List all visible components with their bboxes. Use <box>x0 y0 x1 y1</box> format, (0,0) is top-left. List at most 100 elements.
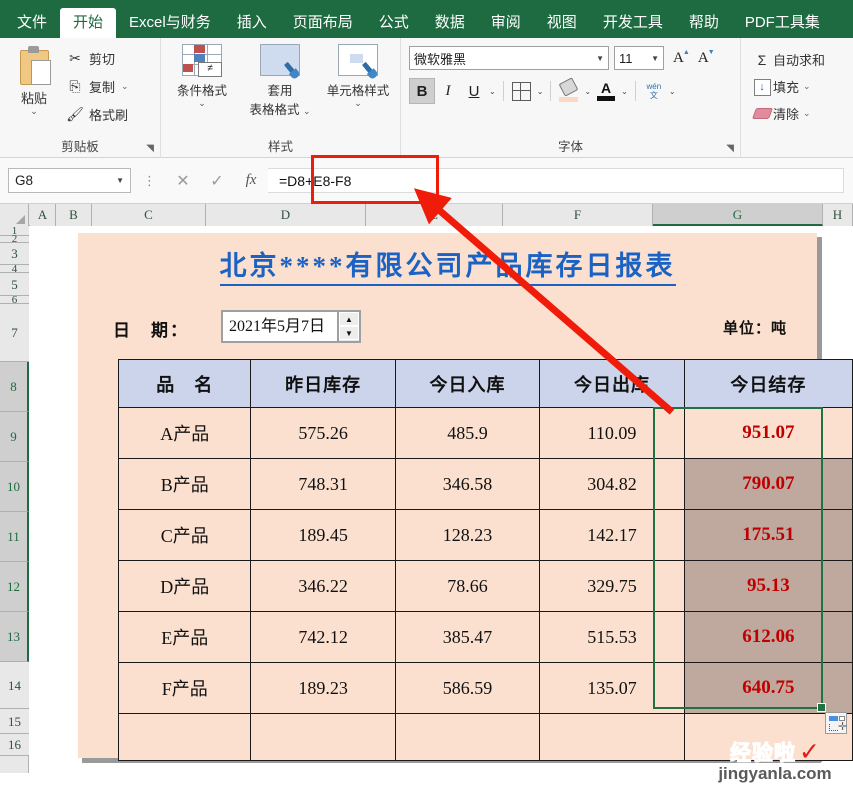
chevron-down-icon[interactable]: ⌄ <box>803 108 811 119</box>
phonetic-guide-button[interactable]: wén 文 <box>641 78 667 104</box>
column-header-g[interactable]: G <box>653 204 823 226</box>
increase-font-size-button[interactable]: A ▲ <box>673 48 690 67</box>
spinner-down-button[interactable]: ▼ <box>339 326 359 340</box>
confirm-formula-button[interactable]: ✓ <box>200 171 234 191</box>
font-color-button[interactable]: A <box>593 78 619 104</box>
row-header-15[interactable]: 15 <box>0 709 29 734</box>
column-header-b[interactable]: B <box>56 204 92 226</box>
cell-c8[interactable]: A产品 <box>117 407 252 459</box>
chevron-down-icon[interactable]: ⌄ <box>584 87 591 96</box>
chevron-down-icon[interactable]: ⌄ <box>6 107 62 116</box>
cell-e9[interactable]: 346.58 <box>394 458 541 510</box>
column-header-d[interactable]: D <box>206 204 366 226</box>
row-header-5[interactable]: 5 <box>0 273 29 296</box>
tab-excel-finance[interactable]: Excel与财务 <box>116 8 224 38</box>
chevron-down-icon[interactable]: ⌄ <box>489 87 496 96</box>
cell-g13[interactable]: 640.75 <box>683 662 853 714</box>
cell-c11[interactable]: D产品 <box>117 560 252 612</box>
row-header-9[interactable]: 9 <box>0 412 29 462</box>
formula-input[interactable]: =D8+E8-F8 <box>268 168 844 193</box>
chevron-down-icon[interactable]: ⌄ <box>303 106 311 116</box>
font-name-combobox[interactable]: 微软雅黑 ▼ <box>409 46 609 70</box>
conditional-formatting-button[interactable]: ≠ 条件格式 ⌄ <box>165 44 239 108</box>
tab-help[interactable]: 帮助 <box>676 8 732 38</box>
sheet-canvas[interactable]: 北京****有限公司产品库存日报表 日 期： 2021年5月7日 ▲ ▼ 单位：… <box>30 226 853 773</box>
insert-function-button[interactable]: fx <box>234 172 268 189</box>
tab-review[interactable]: 审阅 <box>478 8 534 38</box>
cell-styles-button[interactable]: 单元格样式 ⌄ <box>321 44 395 108</box>
bold-button[interactable]: B <box>409 78 435 104</box>
column-header-c[interactable]: C <box>92 204 206 226</box>
font-dialog-launcher-icon[interactable]: ◥ <box>726 143 734 154</box>
tab-view[interactable]: 视图 <box>534 8 590 38</box>
column-header-f[interactable]: F <box>503 204 653 226</box>
chevron-down-icon[interactable]: ▼ <box>651 54 659 63</box>
spinner-up-button[interactable]: ▲ <box>339 312 359 326</box>
cell-f12[interactable]: 515.53 <box>539 611 685 663</box>
chevron-down-icon[interactable]: ▼ <box>116 176 124 185</box>
italic-button[interactable]: I <box>435 78 461 104</box>
column-header-e[interactable]: E <box>366 204 503 226</box>
cell-c10[interactable]: C产品 <box>117 509 252 561</box>
chevron-down-icon[interactable]: ▼ <box>596 54 604 63</box>
clear-button[interactable]: 清除 ⌄ <box>751 100 853 127</box>
column-header-a[interactable]: A <box>30 204 56 226</box>
paste-button[interactable]: 粘贴 ⌄ <box>6 46 62 116</box>
font-size-combobox[interactable]: 11 ▼ <box>614 46 664 70</box>
tab-formulas[interactable]: 公式 <box>366 8 422 38</box>
row-header-12[interactable]: 12 <box>0 562 29 612</box>
row-header-2[interactable]: 2 <box>0 234 29 245</box>
cell-d11[interactable]: 346.22 <box>250 560 396 612</box>
row-header-3[interactable]: 3 <box>0 243 29 265</box>
row-header-7[interactable]: 7 <box>0 304 29 362</box>
chevron-down-icon[interactable]: ⌄ <box>537 87 544 96</box>
fill-button[interactable]: ↓ 填充 ⌄ <box>751 73 853 100</box>
cell-d14[interactable] <box>250 713 396 761</box>
formula-bar-grip[interactable]: ⋮ <box>143 174 156 187</box>
row-header-16[interactable]: 16 <box>0 734 29 756</box>
row-header-4[interactable]: 4 <box>0 264 29 275</box>
date-value-field[interactable]: 2021年5月7日 <box>221 310 337 343</box>
cell-d12[interactable]: 742.12 <box>250 611 396 663</box>
cell-c12[interactable]: E产品 <box>117 611 252 663</box>
cell-c13[interactable]: F产品 <box>117 662 252 714</box>
borders-button[interactable] <box>509 78 535 104</box>
row-header-13[interactable]: 13 <box>0 612 29 662</box>
tab-pdf-tools[interactable]: PDF工具集 <box>732 8 833 38</box>
chevron-down-icon[interactable]: ⌄ <box>621 87 628 96</box>
underline-button[interactable]: U <box>461 78 487 104</box>
cell-g12[interactable]: 612.06 <box>683 611 853 663</box>
cancel-formula-button[interactable]: ✕ <box>166 171 200 191</box>
cell-f13[interactable]: 135.07 <box>539 662 685 714</box>
clipboard-dialog-launcher-icon[interactable]: ◥ <box>146 143 154 154</box>
chevron-down-icon[interactable]: ⌄ <box>321 99 395 108</box>
cut-button[interactable]: ✂ 剪切 <box>64 44 129 72</box>
cell-e10[interactable]: 128.23 <box>394 509 541 561</box>
column-header-h[interactable]: H <box>823 204 853 226</box>
select-all-corner[interactable] <box>0 204 29 226</box>
cell-f11[interactable]: 329.75 <box>539 560 685 612</box>
row-header-6[interactable]: 6 <box>0 295 29 306</box>
tab-page-layout[interactable]: 页面布局 <box>280 8 366 38</box>
cell-c9[interactable]: B产品 <box>117 458 252 510</box>
cell-g10[interactable]: 175.51 <box>683 509 853 561</box>
cell-d8[interactable]: 575.26 <box>250 407 396 459</box>
row-header-8[interactable]: 8 <box>0 362 29 412</box>
cell-d9[interactable]: 748.31 <box>250 458 396 510</box>
cell-f10[interactable]: 142.17 <box>539 509 685 561</box>
tab-developer[interactable]: 开发工具 <box>590 8 676 38</box>
row-header-14[interactable]: 14 <box>0 662 29 709</box>
cell-f8[interactable]: 110.09 <box>539 407 685 459</box>
tab-data[interactable]: 数据 <box>422 8 478 38</box>
cell-c14[interactable] <box>117 713 252 761</box>
cell-g11[interactable]: 95.13 <box>683 560 853 612</box>
fill-handle[interactable] <box>817 703 826 712</box>
cell-e13[interactable]: 586.59 <box>394 662 541 714</box>
cell-e12[interactable]: 385.47 <box>394 611 541 663</box>
name-box[interactable]: G8 ▼ <box>8 168 131 193</box>
decrease-font-size-button[interactable]: A ▼ <box>698 48 715 67</box>
chevron-down-icon[interactable]: ⌄ <box>803 81 811 92</box>
fill-color-button[interactable] <box>556 77 582 104</box>
autosum-button[interactable]: Σ 自动求和 <box>751 46 853 73</box>
chevron-down-icon[interactable]: ⌄ <box>121 81 129 92</box>
